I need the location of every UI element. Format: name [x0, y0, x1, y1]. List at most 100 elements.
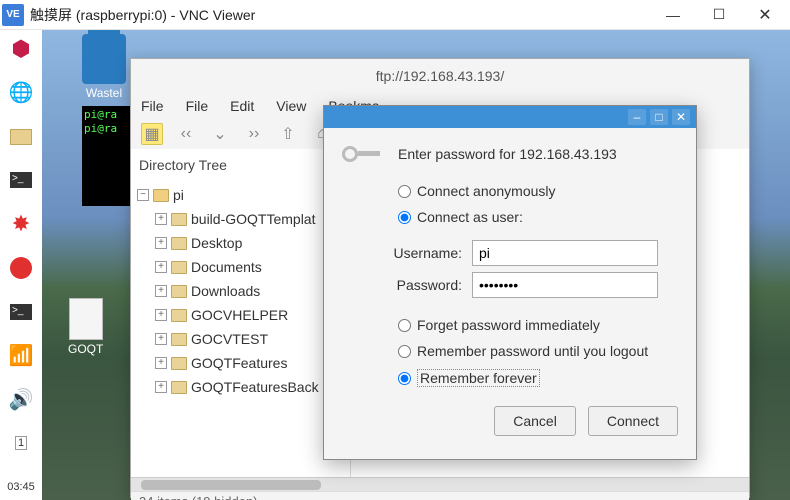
raspberry-icon[interactable]: ⬢: [7, 36, 35, 62]
address-bar: ftp://192.168.43.193/: [131, 59, 749, 93]
new-tab-button[interactable]: ▦: [141, 123, 163, 145]
tree-item-label: GOCVHELPER: [191, 307, 288, 323]
globe-icon[interactable]: 🌐: [7, 80, 35, 106]
tree-item[interactable]: + GOCVTEST: [137, 327, 344, 351]
clock: 03:45: [7, 474, 35, 500]
window-titlebar: VE 触摸屏 (raspberrypi:0) - VNC Viewer — ☐ …: [0, 0, 790, 30]
tree-item-label: GOCVTEST: [191, 331, 268, 347]
radio-forever[interactable]: Remember forever: [398, 364, 678, 392]
minimize-button[interactable]: —: [650, 1, 696, 29]
tree-item[interactable]: + GOQTFeaturesBack: [137, 375, 344, 399]
radio-anonymous[interactable]: Connect anonymously: [398, 178, 678, 204]
menu-view[interactable]: View: [276, 98, 306, 114]
password-input[interactable]: [472, 272, 658, 298]
host-taskbar: ⬢ 🌐 >_ ✸ >_ 📶 🔊 1 03:45: [0, 30, 42, 500]
tree-item-label: GOQTFeaturesBack: [191, 379, 319, 395]
maximize-button[interactable]: ☐: [696, 1, 742, 29]
radio-forever-label: Remember forever: [417, 369, 540, 387]
expand-icon[interactable]: +: [155, 285, 167, 297]
tree-item-label: build-GOQTTemplat: [191, 211, 315, 227]
username-input[interactable]: [472, 240, 658, 266]
dialog-maximize-button[interactable]: □: [650, 109, 668, 125]
directory-tree: Directory Tree − pi + build-GOQTTemplat + D…: [131, 149, 351, 477]
history-dropdown[interactable]: ⌄: [209, 123, 231, 145]
username-label: Username:: [372, 245, 462, 261]
radio-forget-input[interactable]: [398, 319, 411, 332]
connect-button[interactable]: Connect: [588, 406, 678, 436]
auth-prompt: Enter password for 192.168.43.193: [398, 146, 617, 162]
expand-icon[interactable]: +: [155, 309, 167, 321]
home-folder-icon: [153, 189, 169, 202]
folder-icon: [171, 261, 187, 274]
folder-icon[interactable]: [7, 124, 35, 150]
collapse-icon[interactable]: −: [137, 189, 149, 201]
password-label: Password:: [372, 277, 462, 293]
expand-icon[interactable]: +: [155, 333, 167, 345]
tree-item-label: Desktop: [191, 235, 242, 251]
radio-session-input[interactable]: [398, 345, 411, 358]
menu-file-2[interactable]: File: [186, 98, 209, 114]
tree-item[interactable]: + build-GOQTTemplat: [137, 207, 344, 231]
window-title: 触摸屏 (raspberrypi:0) - VNC Viewer: [30, 5, 650, 25]
radio-anonymous-input[interactable]: [398, 185, 411, 198]
folder-icon: [171, 285, 187, 298]
folder-icon: [171, 213, 187, 226]
radio-forever-input[interactable]: [398, 372, 411, 385]
tree-item-label: Documents: [191, 259, 262, 275]
radio-as-user-input[interactable]: [398, 211, 411, 224]
forward-button[interactable]: ››: [243, 123, 265, 145]
tree-item[interactable]: + GOCVHELPER: [137, 303, 344, 327]
tree-item[interactable]: + Desktop: [137, 231, 344, 255]
expand-icon[interactable]: +: [155, 261, 167, 273]
vnc-logo-icon: VE: [2, 4, 24, 26]
volume-icon[interactable]: 🔊: [7, 387, 35, 413]
tree-item[interactable]: + Downloads: [137, 279, 344, 303]
auth-dialog: – □ ✕ Enter password for 192.168.43.193 …: [323, 105, 697, 460]
menu-file[interactable]: File: [141, 98, 164, 114]
dialog-close-button[interactable]: ✕: [672, 109, 690, 125]
trash-icon[interactable]: Wastel: [82, 34, 126, 100]
radio-forget[interactable]: Forget password immediately: [398, 312, 678, 338]
expand-icon[interactable]: +: [155, 381, 167, 393]
tree-root[interactable]: − pi: [137, 183, 344, 207]
horizontal-scrollbar[interactable]: [131, 477, 749, 491]
close-button[interactable]: ✕: [742, 1, 788, 29]
folder-icon: [171, 309, 187, 322]
expand-icon[interactable]: +: [155, 237, 167, 249]
trash-label: Wastel: [82, 86, 126, 100]
folder-icon: [171, 237, 187, 250]
wifi-icon[interactable]: 📶: [7, 343, 35, 369]
tree-root-label: pi: [173, 187, 184, 203]
directory-tree-title: Directory Tree: [139, 157, 344, 173]
radio-forget-label: Forget password immediately: [417, 317, 600, 333]
radio-as-user[interactable]: Connect as user:: [398, 204, 678, 230]
folder-icon: [171, 381, 187, 394]
ladybug-icon[interactable]: [7, 255, 35, 281]
dialog-titlebar: – □ ✕: [324, 106, 696, 128]
up-button[interactable]: ⇧: [277, 123, 299, 145]
folder-icon: [171, 333, 187, 346]
tree-item[interactable]: + GOQTFeatures: [137, 351, 344, 375]
tree-item-label: GOQTFeatures: [191, 355, 287, 371]
fm-statusbar: 24 items (19 hidden): [131, 491, 749, 500]
radio-as-user-label: Connect as user:: [417, 209, 523, 225]
cancel-button[interactable]: Cancel: [494, 406, 576, 436]
star-icon[interactable]: ✸: [7, 211, 35, 237]
desktop-goqt-icon[interactable]: GOQT: [68, 298, 103, 356]
radio-anonymous-label: Connect anonymously: [417, 183, 556, 199]
radio-session-label: Remember password until you logout: [417, 343, 648, 359]
desktop-goqt-label: GOQT: [68, 342, 103, 356]
folder-icon: [171, 357, 187, 370]
expand-icon[interactable]: +: [155, 357, 167, 369]
expand-icon[interactable]: +: [155, 213, 167, 225]
key-icon: [342, 142, 382, 166]
back-button[interactable]: ‹‹: [175, 123, 197, 145]
menu-edit[interactable]: Edit: [230, 98, 254, 114]
radio-session[interactable]: Remember password until you logout: [398, 338, 678, 364]
tree-item[interactable]: + Documents: [137, 255, 344, 279]
dialog-minimize-button[interactable]: –: [628, 109, 646, 125]
terminal2-icon[interactable]: >_: [7, 299, 35, 325]
pager-indicator[interactable]: 1: [7, 430, 35, 456]
tree-item-label: Downloads: [191, 283, 260, 299]
terminal-icon[interactable]: >_: [7, 168, 35, 194]
